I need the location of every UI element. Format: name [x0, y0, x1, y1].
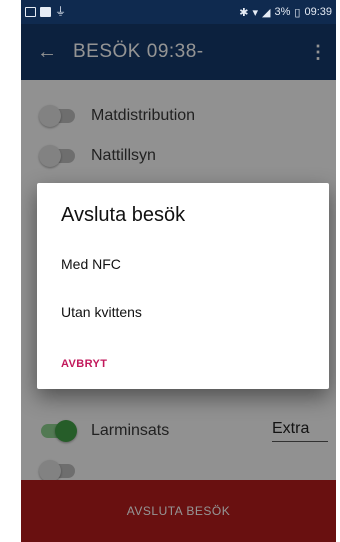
battery-percent: 3% — [274, 6, 291, 18]
screenshot-frame: ⏚ ✱ ▾ ◢ 3% ▯ 09:39 ← BESÖK 09:38- ⋮ Matd… — [0, 0, 340, 542]
end-visit-dialog: Avsluta besök Med NFC Utan kvittens AVBR… — [37, 183, 329, 389]
notification-icons: ⏚ — [25, 6, 66, 18]
message-icon — [25, 7, 36, 17]
usb-icon: ⏚ — [55, 6, 66, 18]
dialog-title: Avsluta besök — [61, 204, 186, 226]
wifi-icon: ▾ — [252, 6, 259, 19]
phone-screen: ⏚ ✱ ▾ ◢ 3% ▯ 09:39 ← BESÖK 09:38- ⋮ Matd… — [21, 0, 336, 542]
calendar-icon — [40, 7, 51, 17]
status-bar: ⏚ ✱ ▾ ◢ 3% ▯ 09:39 — [21, 0, 336, 24]
option-without-receipt[interactable]: Utan kvittens — [61, 304, 142, 320]
cancel-button[interactable]: AVBRYT — [61, 358, 107, 370]
signal-icon: ◢ — [262, 6, 271, 19]
battery-icon: ▯ — [294, 6, 301, 19]
clock: 09:39 — [304, 6, 332, 18]
system-icons: ✱ ▾ ◢ 3% ▯ 09:39 — [239, 6, 332, 19]
bluetooth-icon: ✱ — [239, 6, 249, 19]
option-with-nfc[interactable]: Med NFC — [61, 256, 121, 272]
